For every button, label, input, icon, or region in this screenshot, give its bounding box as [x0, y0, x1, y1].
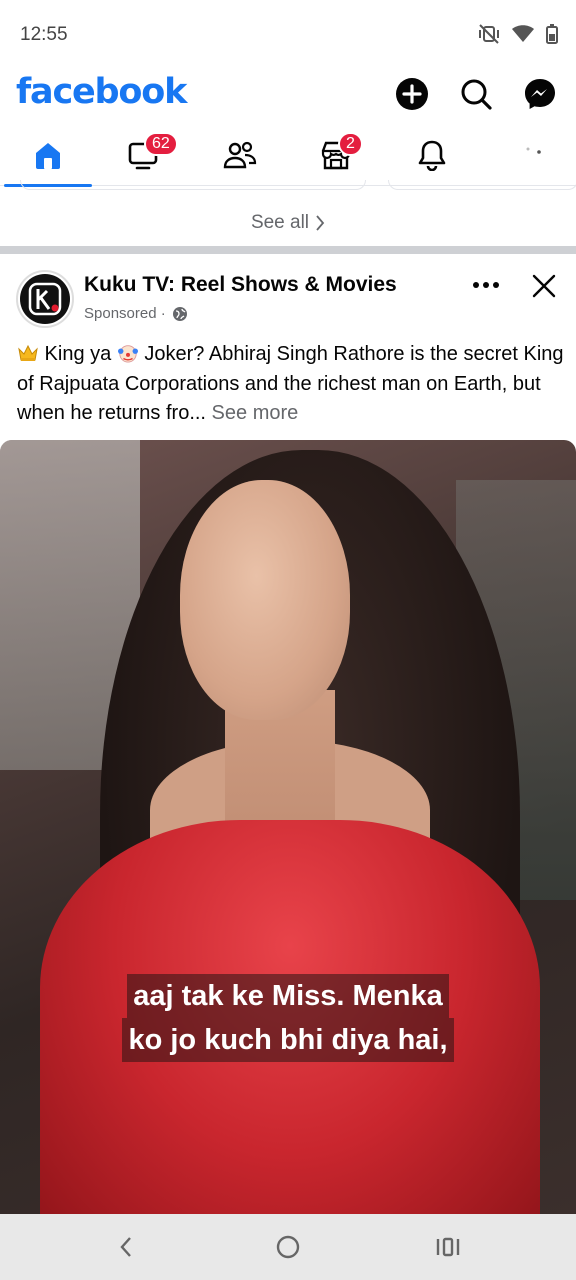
post-video[interactable]: aaj tak ke Miss. Menka ko jo kuch bhi di…	[0, 440, 576, 1214]
caption-part1: King ya	[39, 343, 117, 365]
stories-strip	[0, 180, 576, 200]
see-more-link[interactable]: See more	[212, 402, 299, 424]
tab-video[interactable]: 62	[96, 124, 192, 186]
post-header: Kuku TV: Reel Shows & Movies Sponsored ·	[0, 254, 576, 336]
kuku-logo-icon	[28, 282, 62, 316]
status-icons	[478, 24, 558, 44]
recents-button[interactable]	[432, 1231, 464, 1263]
sponsored-text: Sponsored ·	[84, 305, 166, 322]
menu-icon	[526, 147, 541, 154]
hide-post-button[interactable]	[526, 268, 562, 304]
recents-icon	[436, 1237, 460, 1257]
video-figure-face	[180, 480, 350, 720]
tab-friends[interactable]	[192, 124, 288, 186]
post-caption: King ya Joker? Abhiraj Singh Rathore is …	[17, 340, 565, 429]
back-button[interactable]	[110, 1231, 142, 1263]
tab-home[interactable]	[0, 124, 96, 187]
see-all-label: See all	[250, 212, 310, 233]
back-icon	[120, 1237, 131, 1257]
more-dots-icon	[473, 282, 499, 288]
wifi-icon	[512, 25, 534, 42]
subtitle-line-1: aaj tak ke Miss. Menka	[127, 974, 449, 1018]
system-navigation-bar	[0, 1214, 576, 1280]
battery-icon	[546, 24, 558, 44]
marketplace-badge: 2	[338, 132, 363, 156]
status-bar: 12:55	[0, 0, 576, 68]
see-all-link[interactable]: See all	[0, 200, 576, 246]
home-nav-button[interactable]	[272, 1231, 304, 1263]
globe-icon	[172, 306, 187, 321]
sponsored-label: Sponsored ·	[84, 305, 188, 322]
tab-notifications[interactable]	[384, 124, 480, 186]
page-name[interactable]: Kuku TV: Reel Shows & Movies	[84, 273, 397, 297]
video-subtitle: aaj tak ke Miss. Menka ko jo kuch bhi di…	[0, 974, 576, 1062]
vibrate-off-icon	[479, 24, 499, 44]
post-options-button[interactable]	[468, 270, 504, 300]
clown-face-icon	[117, 345, 138, 363]
chevron-right-icon	[316, 215, 325, 231]
app-header: facebook	[0, 68, 576, 124]
tab-menu[interactable]	[480, 124, 576, 186]
bell-icon	[418, 140, 446, 171]
status-time: 12:55	[20, 24, 68, 45]
header-actions	[392, 74, 560, 114]
create-button[interactable]	[392, 74, 432, 114]
video-badge: 62	[144, 132, 178, 156]
facebook-logo[interactable]: facebook	[16, 72, 187, 112]
messenger-button[interactable]	[520, 74, 560, 114]
plus-circle-icon	[396, 78, 428, 110]
search-button[interactable]	[456, 74, 496, 114]
nav-tabs: 62 2	[0, 124, 576, 187]
subtitle-line-2: ko jo kuch bhi diya hai,	[122, 1018, 454, 1062]
friends-icon	[223, 141, 257, 169]
crown-icon	[18, 344, 38, 361]
story-card[interactable]	[388, 180, 576, 190]
home-icon	[36, 143, 60, 169]
messenger-icon	[525, 79, 555, 109]
tab-marketplace[interactable]: 2	[288, 124, 384, 186]
feed-divider	[0, 246, 576, 254]
close-icon	[532, 274, 556, 298]
search-icon	[461, 79, 492, 110]
story-card[interactable]	[20, 180, 366, 190]
page-avatar[interactable]	[16, 270, 74, 328]
home-circle-icon	[276, 1235, 300, 1259]
